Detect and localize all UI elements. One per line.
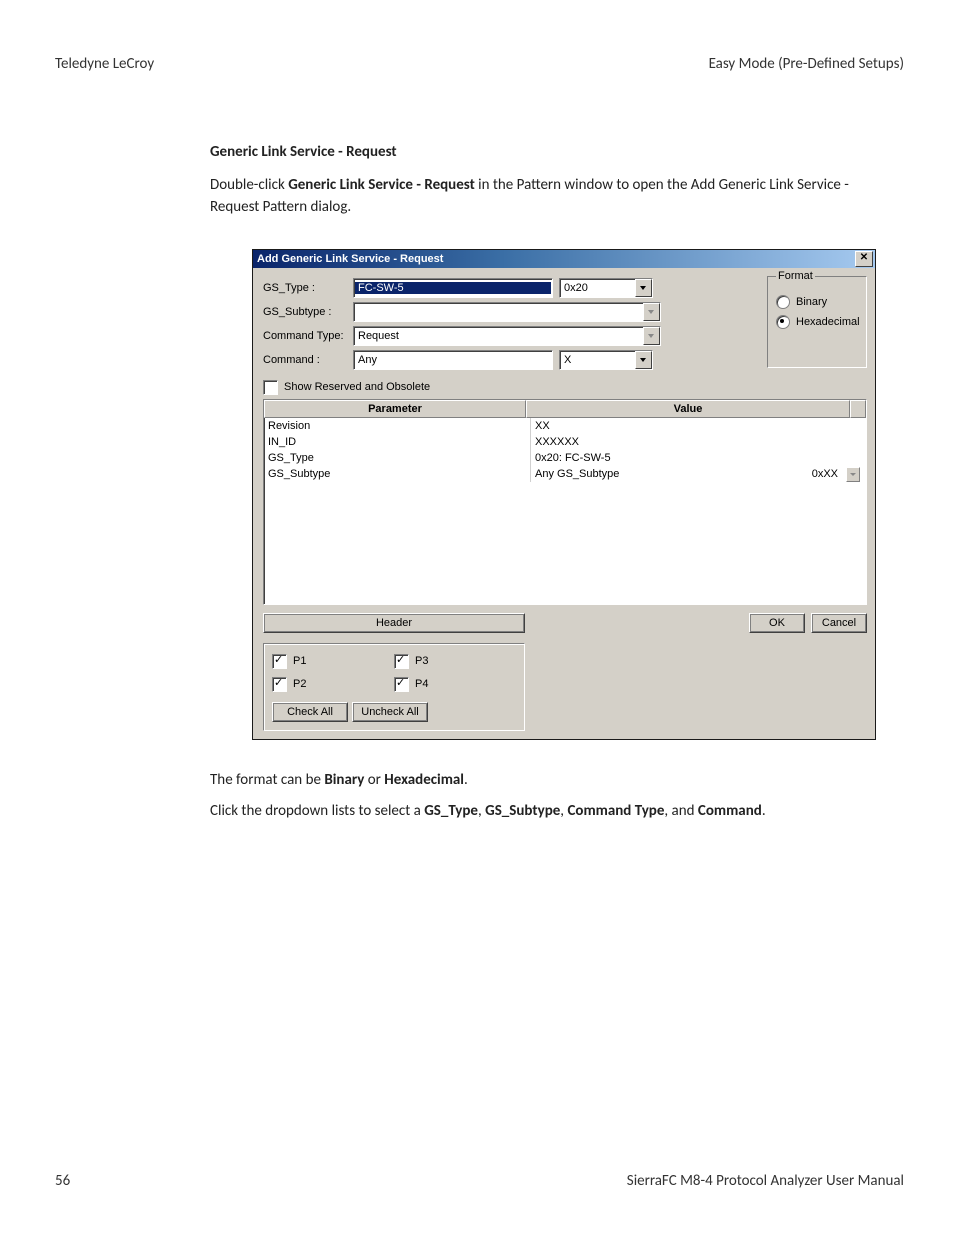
command-type-dropdown[interactable]: Request	[353, 326, 661, 346]
label-gs-type: GS_Type :	[263, 282, 353, 294]
page-footer: 56 SierraFC M8-4 Protocol Analyzer User …	[55, 1172, 904, 1190]
command-value: Any	[354, 354, 552, 366]
uncheck-all-button[interactable]: Uncheck All	[352, 702, 428, 722]
chevron-down-icon	[643, 327, 660, 345]
port-groupbox: P1 P3 P2 P4 Check All Uncheck All	[263, 643, 525, 731]
dropdown-paragraph: Click the dropdown lists to select a GS_…	[210, 801, 864, 823]
p3-label: P3	[415, 655, 428, 667]
command-type-value: Request	[354, 330, 643, 342]
format-groupbox: Format Binary Hexadecimal	[767, 276, 867, 368]
header-right: Easy Mode (Pre-Defined Setups)	[709, 55, 904, 73]
p3-checkbox[interactable]	[394, 654, 409, 669]
check-all-button[interactable]: Check All	[272, 702, 348, 722]
page-header: Teledyne LeCroy Easy Mode (Pre-Defined S…	[55, 55, 904, 73]
chevron-down-icon[interactable]	[846, 467, 860, 482]
header-button[interactable]: Header	[263, 613, 525, 633]
radio-hexadecimal-label: Hexadecimal	[796, 316, 860, 328]
ok-button[interactable]: OK	[749, 613, 805, 633]
label-gs-subtype: GS_Subtype :	[263, 306, 353, 318]
p1-checkbox[interactable]	[272, 654, 287, 669]
show-reserved-checkbox[interactable]	[263, 380, 278, 395]
table-row[interactable]: GS_Subtype Any GS_Subtype 0xXX	[264, 466, 866, 482]
gs-subtype-dropdown[interactable]	[353, 302, 661, 322]
manual-title: SierraFC M8-4 Protocol Analyzer User Man…	[627, 1172, 904, 1190]
parameter-table: Parameter Value Revision XX IN_ID XXXXXX…	[263, 399, 867, 605]
chevron-down-icon	[643, 303, 660, 321]
radio-binary[interactable]	[776, 295, 790, 309]
chevron-down-icon	[635, 279, 652, 297]
cancel-button[interactable]: Cancel	[811, 613, 867, 633]
table-row[interactable]: Revision XX	[264, 418, 866, 434]
p1-label: P1	[293, 655, 306, 667]
header-left: Teledyne LeCroy	[55, 55, 154, 73]
show-reserved-label: Show Reserved and Obsolete	[284, 381, 430, 393]
chevron-down-icon	[635, 351, 652, 369]
add-gls-request-dialog: Add Generic Link Service - Request ✕ For…	[252, 249, 876, 740]
gs-type-dropdown[interactable]: FC-SW-5	[353, 278, 553, 298]
command-hex-dropdown[interactable]: X	[559, 350, 653, 370]
gs-type-hex-value: 0x20	[560, 282, 635, 294]
dialog-title: Add Generic Link Service - Request	[257, 253, 443, 265]
table-row[interactable]: GS_Type 0x20: FC-SW-5	[264, 450, 866, 466]
p2-label: P2	[293, 678, 306, 690]
intro-paragraph: Double-click Generic Link Service - Requ…	[210, 175, 864, 219]
section-title: Generic Link Service - Request	[210, 143, 904, 161]
col-value[interactable]: Value	[526, 400, 850, 418]
col-parameter[interactable]: Parameter	[264, 400, 526, 418]
command-dropdown[interactable]: Any	[353, 350, 553, 370]
page-number: 56	[55, 1172, 70, 1190]
p4-label: P4	[415, 678, 428, 690]
gs-type-value: FC-SW-5	[355, 282, 551, 294]
format-paragraph: The format can be Binary or Hexadecimal.	[210, 770, 864, 792]
table-row[interactable]: IN_ID XXXXXX	[264, 434, 866, 450]
command-hex-value: X	[560, 354, 635, 366]
dialog-titlebar: Add Generic Link Service - Request ✕	[253, 250, 875, 268]
label-command-type: Command Type:	[263, 330, 353, 342]
scroll-header	[850, 400, 866, 418]
radio-hexadecimal[interactable]	[776, 315, 790, 329]
close-button[interactable]: ✕	[855, 251, 873, 267]
label-command: Command :	[263, 354, 353, 366]
format-legend: Format	[776, 270, 815, 282]
radio-binary-label: Binary	[796, 296, 827, 308]
gs-type-hex-dropdown[interactable]: 0x20	[559, 278, 653, 298]
p2-checkbox[interactable]	[272, 677, 287, 692]
p4-checkbox[interactable]	[394, 677, 409, 692]
